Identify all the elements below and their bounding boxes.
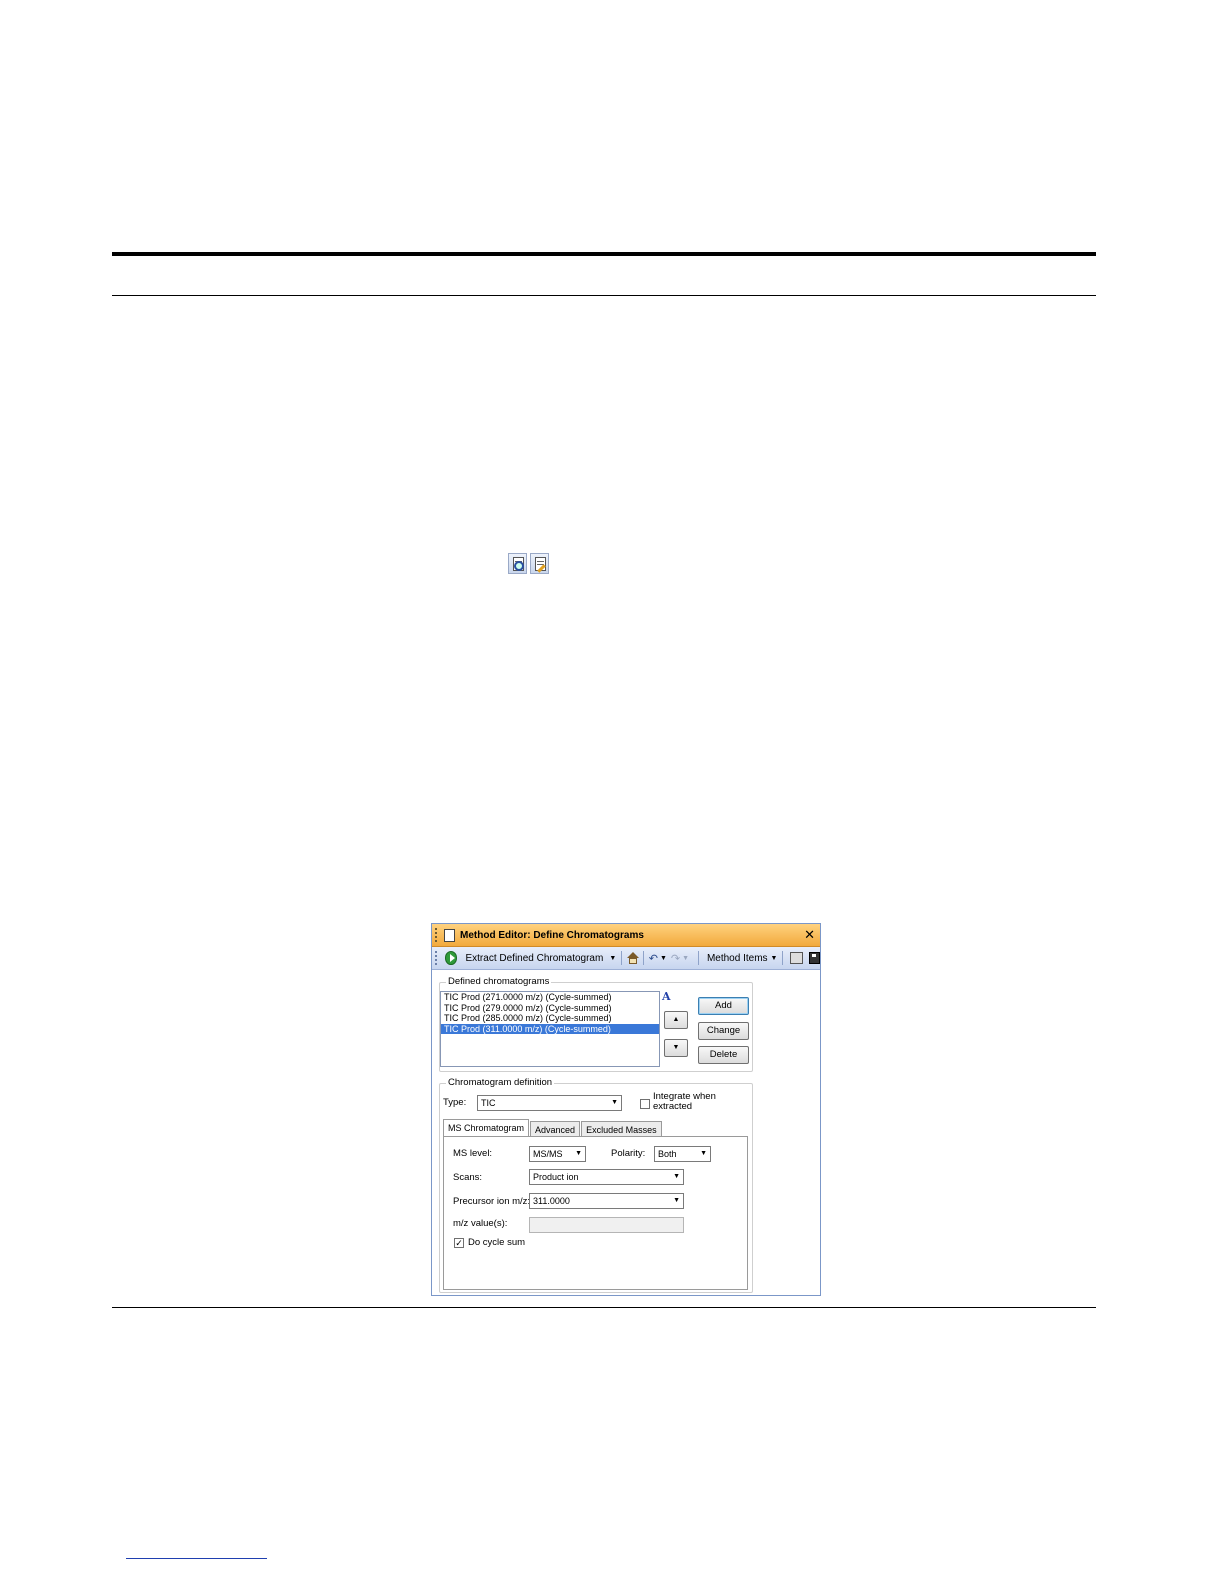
cycle-sum-checkbox[interactable]: ✓ xyxy=(454,1238,464,1248)
precursor-input[interactable]: 311.0000 ▼ xyxy=(529,1193,684,1209)
ms-level-label: MS level: xyxy=(453,1148,493,1159)
run-icon[interactable] xyxy=(444,951,458,965)
document-icon xyxy=(444,928,455,942)
scans-select[interactable]: Product ion ▼ xyxy=(529,1169,684,1185)
save-icon[interactable] xyxy=(809,952,820,964)
group-label: Defined chromatograms xyxy=(446,976,552,987)
home-icon[interactable] xyxy=(627,952,639,964)
close-icon[interactable]: ✕ xyxy=(804,927,815,943)
chevron-down-icon[interactable]: ▼ xyxy=(771,955,778,962)
add-button[interactable]: Add xyxy=(698,997,749,1015)
chevron-down-icon: ▼ xyxy=(673,1173,680,1180)
type-label: Type: xyxy=(443,1097,467,1108)
scans-value: Product ion xyxy=(533,1172,579,1182)
grip-icon xyxy=(435,928,440,942)
inline-toolbar-icons xyxy=(508,553,549,574)
chromatogram-list[interactable]: TIC Prod (271.0000 m/z) (Cycle-summed) T… xyxy=(440,991,660,1067)
integrate-label: Integrate when extracted xyxy=(653,1092,716,1112)
chevron-down-icon[interactable]: ▼ xyxy=(682,955,689,962)
separator xyxy=(642,951,644,965)
change-button[interactable]: Change xyxy=(698,1022,749,1040)
header-rule-thin xyxy=(112,295,1096,296)
chevron-down-icon: ▼ xyxy=(700,1150,707,1157)
delete-button[interactable]: Delete xyxy=(698,1046,749,1064)
command-bar: Extract Defined Chromatogram ▼ ↶ ▼ ↷ ▼ Met… xyxy=(432,947,820,970)
tab-ms-chromatogram[interactable]: MS Chromatogram xyxy=(443,1119,530,1137)
window-title: Method Editor: Define Chromatograms xyxy=(460,929,644,941)
type-select[interactable]: TIC ▼ xyxy=(477,1095,622,1111)
move-up-button[interactable]: ▲ xyxy=(664,1011,688,1029)
chevron-down-icon[interactable]: ▼ xyxy=(673,1194,680,1208)
undo-icon[interactable]: ↶ xyxy=(649,952,658,965)
integrate-label-line2: extracted xyxy=(653,1101,693,1112)
separator xyxy=(698,951,699,965)
separator xyxy=(621,951,623,965)
definition-tabs: MS Chromatogram Advanced Excluded Masses xyxy=(443,1119,663,1137)
type-value: TIC xyxy=(481,1098,496,1108)
chevron-down-icon[interactable]: ▼ xyxy=(660,955,667,962)
mz-values-label: m/z value(s): xyxy=(453,1218,508,1229)
move-down-button[interactable]: ▼ xyxy=(664,1039,688,1057)
grip-icon xyxy=(435,951,439,965)
edit-document-icon[interactable] xyxy=(530,553,549,574)
integrate-checkbox[interactable] xyxy=(640,1099,650,1109)
chevron-down-icon: ▼ xyxy=(611,1099,618,1106)
extract-defined-chromatogram-button[interactable]: Extract Defined Chromatogram xyxy=(465,953,603,964)
polarity-label: Polarity: xyxy=(611,1148,646,1159)
ms-level-select[interactable]: MS/MS ▼ xyxy=(529,1146,586,1162)
cycle-sum-label: Do cycle sum xyxy=(468,1237,526,1248)
title-bar[interactable]: Method Editor: Define Chromatograms ✕ xyxy=(432,924,820,947)
scans-label: Scans: xyxy=(453,1172,483,1183)
header-rule-thick xyxy=(112,252,1096,256)
tab-excluded-masses[interactable]: Excluded Masses xyxy=(581,1121,662,1137)
list-item-selected[interactable]: TIC Prod (311.0000 m/z) (Cycle-summed) xyxy=(441,1023,659,1034)
list-item[interactable]: TIC Prod (285.0000 m/z) (Cycle-summed) xyxy=(441,1013,659,1024)
method-items-menu[interactable]: Method Items xyxy=(707,953,768,964)
footnote-rule xyxy=(126,1558,267,1559)
polarity-select[interactable]: Both ▼ xyxy=(654,1146,711,1162)
precursor-label: Precursor ion m/z: xyxy=(453,1196,531,1207)
polarity-value: Both xyxy=(658,1149,677,1159)
view-document-icon[interactable] xyxy=(508,553,527,574)
list-item[interactable]: TIC Prod (279.0000 m/z) (Cycle-summed) xyxy=(441,1003,659,1014)
figure-bottom-rule xyxy=(112,1307,1096,1308)
list-item[interactable]: TIC Prod (271.0000 m/z) (Cycle-summed) xyxy=(441,992,659,1003)
redo-icon[interactable]: ↷ xyxy=(671,952,680,965)
mz-values-input[interactable] xyxy=(529,1217,684,1233)
chevron-down-icon: ▼ xyxy=(575,1150,582,1157)
font-icon[interactable]: A xyxy=(662,990,671,1003)
print-icon[interactable] xyxy=(790,952,804,964)
ms-level-value: MS/MS xyxy=(533,1149,563,1159)
separator xyxy=(782,951,784,965)
chevron-down-icon[interactable]: ▼ xyxy=(609,955,616,962)
tab-advanced[interactable]: Advanced xyxy=(530,1121,581,1137)
group-label: Chromatogram definition xyxy=(446,1077,555,1088)
precursor-value: 311.0000 xyxy=(533,1196,570,1206)
